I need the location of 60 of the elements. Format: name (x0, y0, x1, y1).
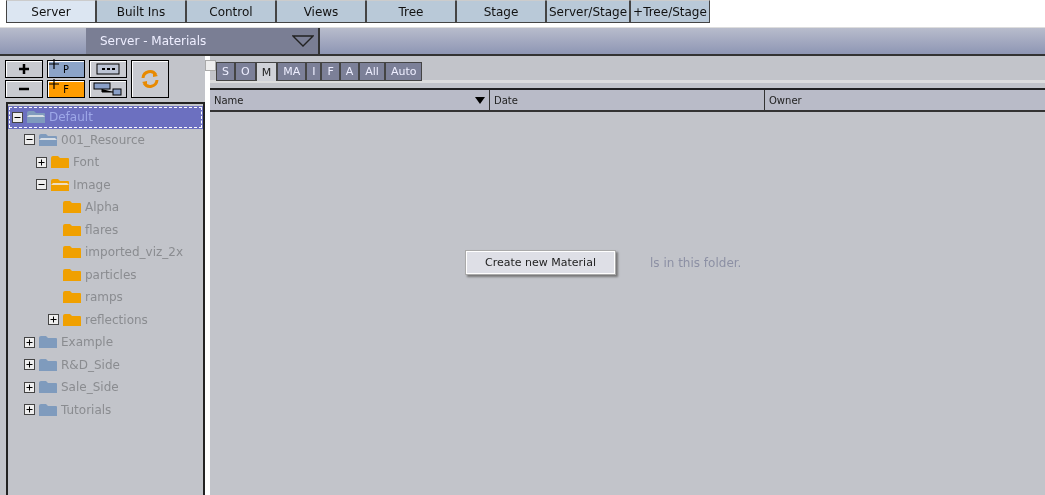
caret-icon (292, 35, 314, 47)
filter-tab[interactable]: Auto (384, 62, 423, 81)
tree-item[interactable]: Font (73, 155, 100, 170)
refresh-button[interactable] (131, 60, 169, 98)
splitter-handle[interactable] (205, 60, 216, 71)
list-view-button[interactable] (89, 60, 127, 78)
tab[interactable]: Server (6, 0, 96, 23)
add-folder-button[interactable]: F (47, 80, 85, 98)
collapse-toggle[interactable] (24, 134, 35, 146)
plus-icon (49, 79, 59, 89)
tree-item[interactable]: imported_viz_2x (85, 245, 184, 260)
collapse-button[interactable] (5, 80, 43, 98)
list-view-icon (96, 63, 120, 75)
expand-toggle[interactable] (24, 381, 35, 393)
filter-tab[interactable]: S (216, 62, 235, 81)
expand-toggle[interactable] (24, 359, 35, 371)
refresh-icon (139, 68, 161, 90)
tree-item[interactable]: Default (49, 110, 93, 125)
expand-button[interactable] (5, 60, 43, 78)
tab[interactable]: Views (276, 0, 366, 23)
tab[interactable]: Control (186, 0, 276, 23)
dropdown-value: Server - Materials (100, 34, 207, 48)
tab[interactable]: Tree (366, 0, 456, 23)
tree-item[interactable]: R&D_Side (61, 357, 120, 372)
collapse-toggle[interactable] (36, 179, 47, 191)
add-project-button[interactable]: P (47, 60, 85, 78)
expand-toggle[interactable] (36, 156, 47, 168)
filter-tab[interactable]: F (321, 62, 340, 81)
column-header[interactable]: Owner (765, 90, 1045, 110)
tree-item[interactable]: particles (85, 267, 137, 282)
filter-tab[interactable]: I (306, 62, 322, 81)
tree-item[interactable]: Alpha (85, 200, 120, 215)
filter-tab[interactable]: MA (277, 62, 307, 81)
view-dropdown[interactable]: Server - Materials (86, 28, 320, 54)
tree-item[interactable]: flares (85, 222, 119, 237)
tree-item[interactable]: 001_Resource (61, 132, 145, 147)
tab[interactable]: Server/Stage (546, 0, 631, 23)
expand-toggle[interactable] (48, 314, 59, 326)
menu-item[interactable]: Create new Material (467, 252, 614, 273)
tree-view-button[interactable] (89, 80, 127, 98)
tree-item[interactable]: Example (61, 335, 114, 350)
tree-item[interactable]: Tutorials (61, 402, 112, 417)
expand-toggle[interactable] (24, 336, 35, 348)
tab[interactable]: Built Ins (96, 0, 186, 23)
tree-view-icon (93, 82, 123, 96)
filter-tab[interactable]: M (255, 62, 278, 81)
tree-item[interactable]: ramps (85, 290, 123, 305)
tab[interactable]: +Tree/Stage (630, 0, 710, 23)
tree-item[interactable]: Image (73, 177, 111, 192)
plus-icon (18, 63, 30, 75)
tree-item[interactable]: Sale_Side (61, 380, 119, 395)
tab[interactable]: Stage (456, 0, 546, 23)
column-header[interactable]: Date (490, 90, 765, 110)
plus-icon (49, 59, 59, 69)
filter-tab[interactable]: O (235, 62, 256, 81)
tree-item[interactable]: reflections (85, 312, 148, 327)
expand-toggle[interactable] (24, 404, 35, 416)
filter-tab[interactable]: All (359, 62, 385, 81)
collapse-toggle[interactable] (12, 111, 23, 123)
column-header[interactable]: Name (210, 90, 490, 110)
